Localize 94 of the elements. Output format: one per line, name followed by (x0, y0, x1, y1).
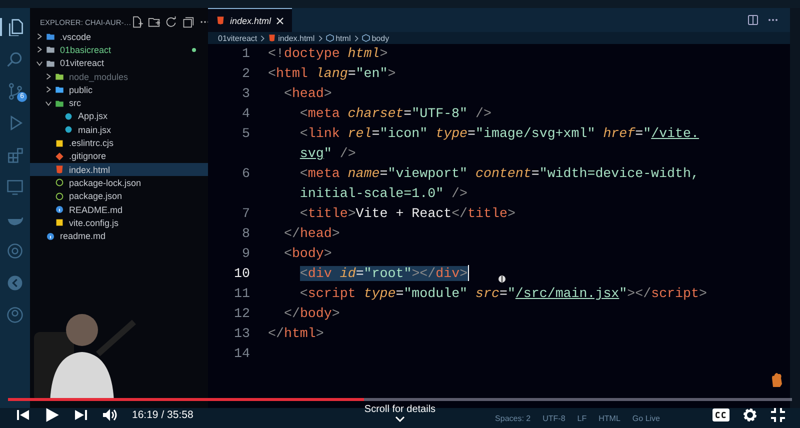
line-number: 11 (233, 285, 251, 303)
previous-button[interactable] (16, 408, 30, 422)
chevron-right-icon (260, 34, 266, 42)
line-number: 8 (241, 225, 251, 243)
status-item[interactable]: HTML (598, 414, 620, 422)
source-control-icon[interactable] (6, 82, 24, 100)
next-button[interactable] (74, 408, 88, 422)
info-icon (55, 205, 64, 214)
line-number: 4 (241, 105, 251, 123)
settings-button[interactable] (742, 407, 758, 423)
code-line: <html lang="en"> (268, 65, 396, 83)
line-number: 5 (241, 125, 251, 143)
line-number: 6 (241, 165, 251, 183)
volume-button[interactable] (102, 408, 118, 422)
exit-fullscreen-button[interactable] (770, 407, 786, 423)
tree-item[interactable]: 01vitereact (30, 56, 208, 70)
line-number: 14 (233, 345, 251, 363)
code-line: <head> (282, 85, 332, 103)
line-number: 12 (233, 305, 251, 323)
chevron-right-icon (318, 34, 323, 42)
tree-item[interactable]: src (30, 96, 208, 110)
split-editor-icon[interactable] (748, 15, 758, 25)
code-line: <!doctype html> (268, 45, 388, 63)
line-number: 7 (241, 205, 251, 223)
tree-item[interactable]: main.jsx (30, 123, 208, 136)
info-icon (46, 232, 55, 241)
tree-item[interactable]: readme.md (30, 229, 208, 243)
line-number: 3 (241, 85, 251, 103)
line-number: 1 (241, 45, 251, 63)
tree-item[interactable]: node_modules (30, 70, 208, 84)
new-folder-icon[interactable] (148, 16, 160, 28)
line-number: 2 (241, 65, 251, 83)
scroll-hint: Scroll for details (364, 404, 436, 415)
line-number: 10 (233, 265, 251, 283)
refresh-icon[interactable] (165, 16, 178, 28)
tree-item[interactable]: README.md (30, 202, 208, 216)
arrow-circle-icon[interactable] (6, 274, 24, 292)
html-file-icon (216, 16, 225, 25)
collapse-all-icon[interactable] (182, 16, 194, 28)
line-number: 13 (233, 325, 251, 343)
cube-icon (362, 34, 370, 42)
breadcrumb-item[interactable]: index.html (268, 34, 315, 42)
chevron-right-icon (354, 34, 359, 42)
status-item[interactable]: LF (577, 414, 587, 422)
new-file-icon[interactable] (131, 16, 144, 28)
more-icon[interactable] (768, 18, 778, 22)
tree-item[interactable]: App.jsx (30, 110, 208, 124)
status-item[interactable]: Spaces: 2 (495, 414, 531, 422)
code-line: <meta name="viewport" content="width=device-width, initial-scale=1.0" /> (298, 165, 699, 203)
line-number: 9 (241, 245, 251, 263)
chevron-down-icon (395, 416, 405, 422)
search-icon[interactable] (6, 50, 24, 68)
tree-item[interactable]: 01basicreact (30, 43, 208, 57)
editor-tab[interactable]: index.html (208, 8, 292, 32)
chevron-down-icon (45, 100, 52, 107)
account-icon[interactable] (6, 306, 24, 324)
status-dot (192, 48, 196, 52)
tree-item[interactable]: package.json (30, 190, 208, 203)
chevron-down-icon (36, 60, 43, 67)
files-icon[interactable] (7, 18, 25, 36)
cube-icon (326, 34, 334, 42)
tree-item[interactable]: index.html (30, 162, 208, 176)
playback-time: 16:19 / 35:58 (132, 409, 194, 421)
status-item[interactable]: UTF-8 (542, 414, 566, 422)
js-file-icon (55, 218, 64, 228)
code-line: </head> (282, 225, 340, 243)
breadcrumb-item[interactable]: html (326, 34, 351, 42)
code-line: <script type="module" src="/src/main.jsx"></script> (298, 285, 707, 303)
html-file-icon (268, 34, 276, 42)
git-icon (55, 152, 64, 161)
code-line: <meta charset="UTF-8" /> (298, 105, 492, 123)
tree-item[interactable]: package-lock.json (30, 176, 208, 190)
monitor-icon[interactable] (6, 178, 24, 196)
code-line: <link rel="icon" type="image/svg+xml" href="/vite. svg" /> (298, 125, 699, 163)
html-file-icon (55, 165, 64, 174)
tree-item[interactable]: .gitignore (30, 150, 208, 163)
hand-icon (771, 372, 783, 388)
status-item[interactable]: Go Live (632, 414, 660, 422)
breadcrumb-item[interactable]: 01vitereact (218, 34, 258, 42)
subtitles-button[interactable] (712, 408, 730, 422)
tree-item[interactable]: vite.config.js (30, 216, 208, 230)
code-line: </html> (268, 325, 324, 343)
code-line: <body> (282, 245, 332, 263)
js-file-icon (55, 138, 64, 148)
extensions-icon[interactable] (6, 146, 24, 164)
play-button[interactable] (44, 407, 60, 423)
breadcrumb-item[interactable]: body (362, 34, 390, 42)
text-cursor-icon (498, 274, 506, 284)
tree-item[interactable]: public (30, 83, 208, 96)
code-line: <title>Vite + React</title> (298, 205, 516, 223)
close-icon[interactable] (276, 16, 284, 24)
tree-item[interactable]: .eslintrc.cjs (30, 136, 208, 150)
tree-item[interactable]: .vscode (30, 30, 208, 44)
code-line: </body> (282, 305, 340, 323)
